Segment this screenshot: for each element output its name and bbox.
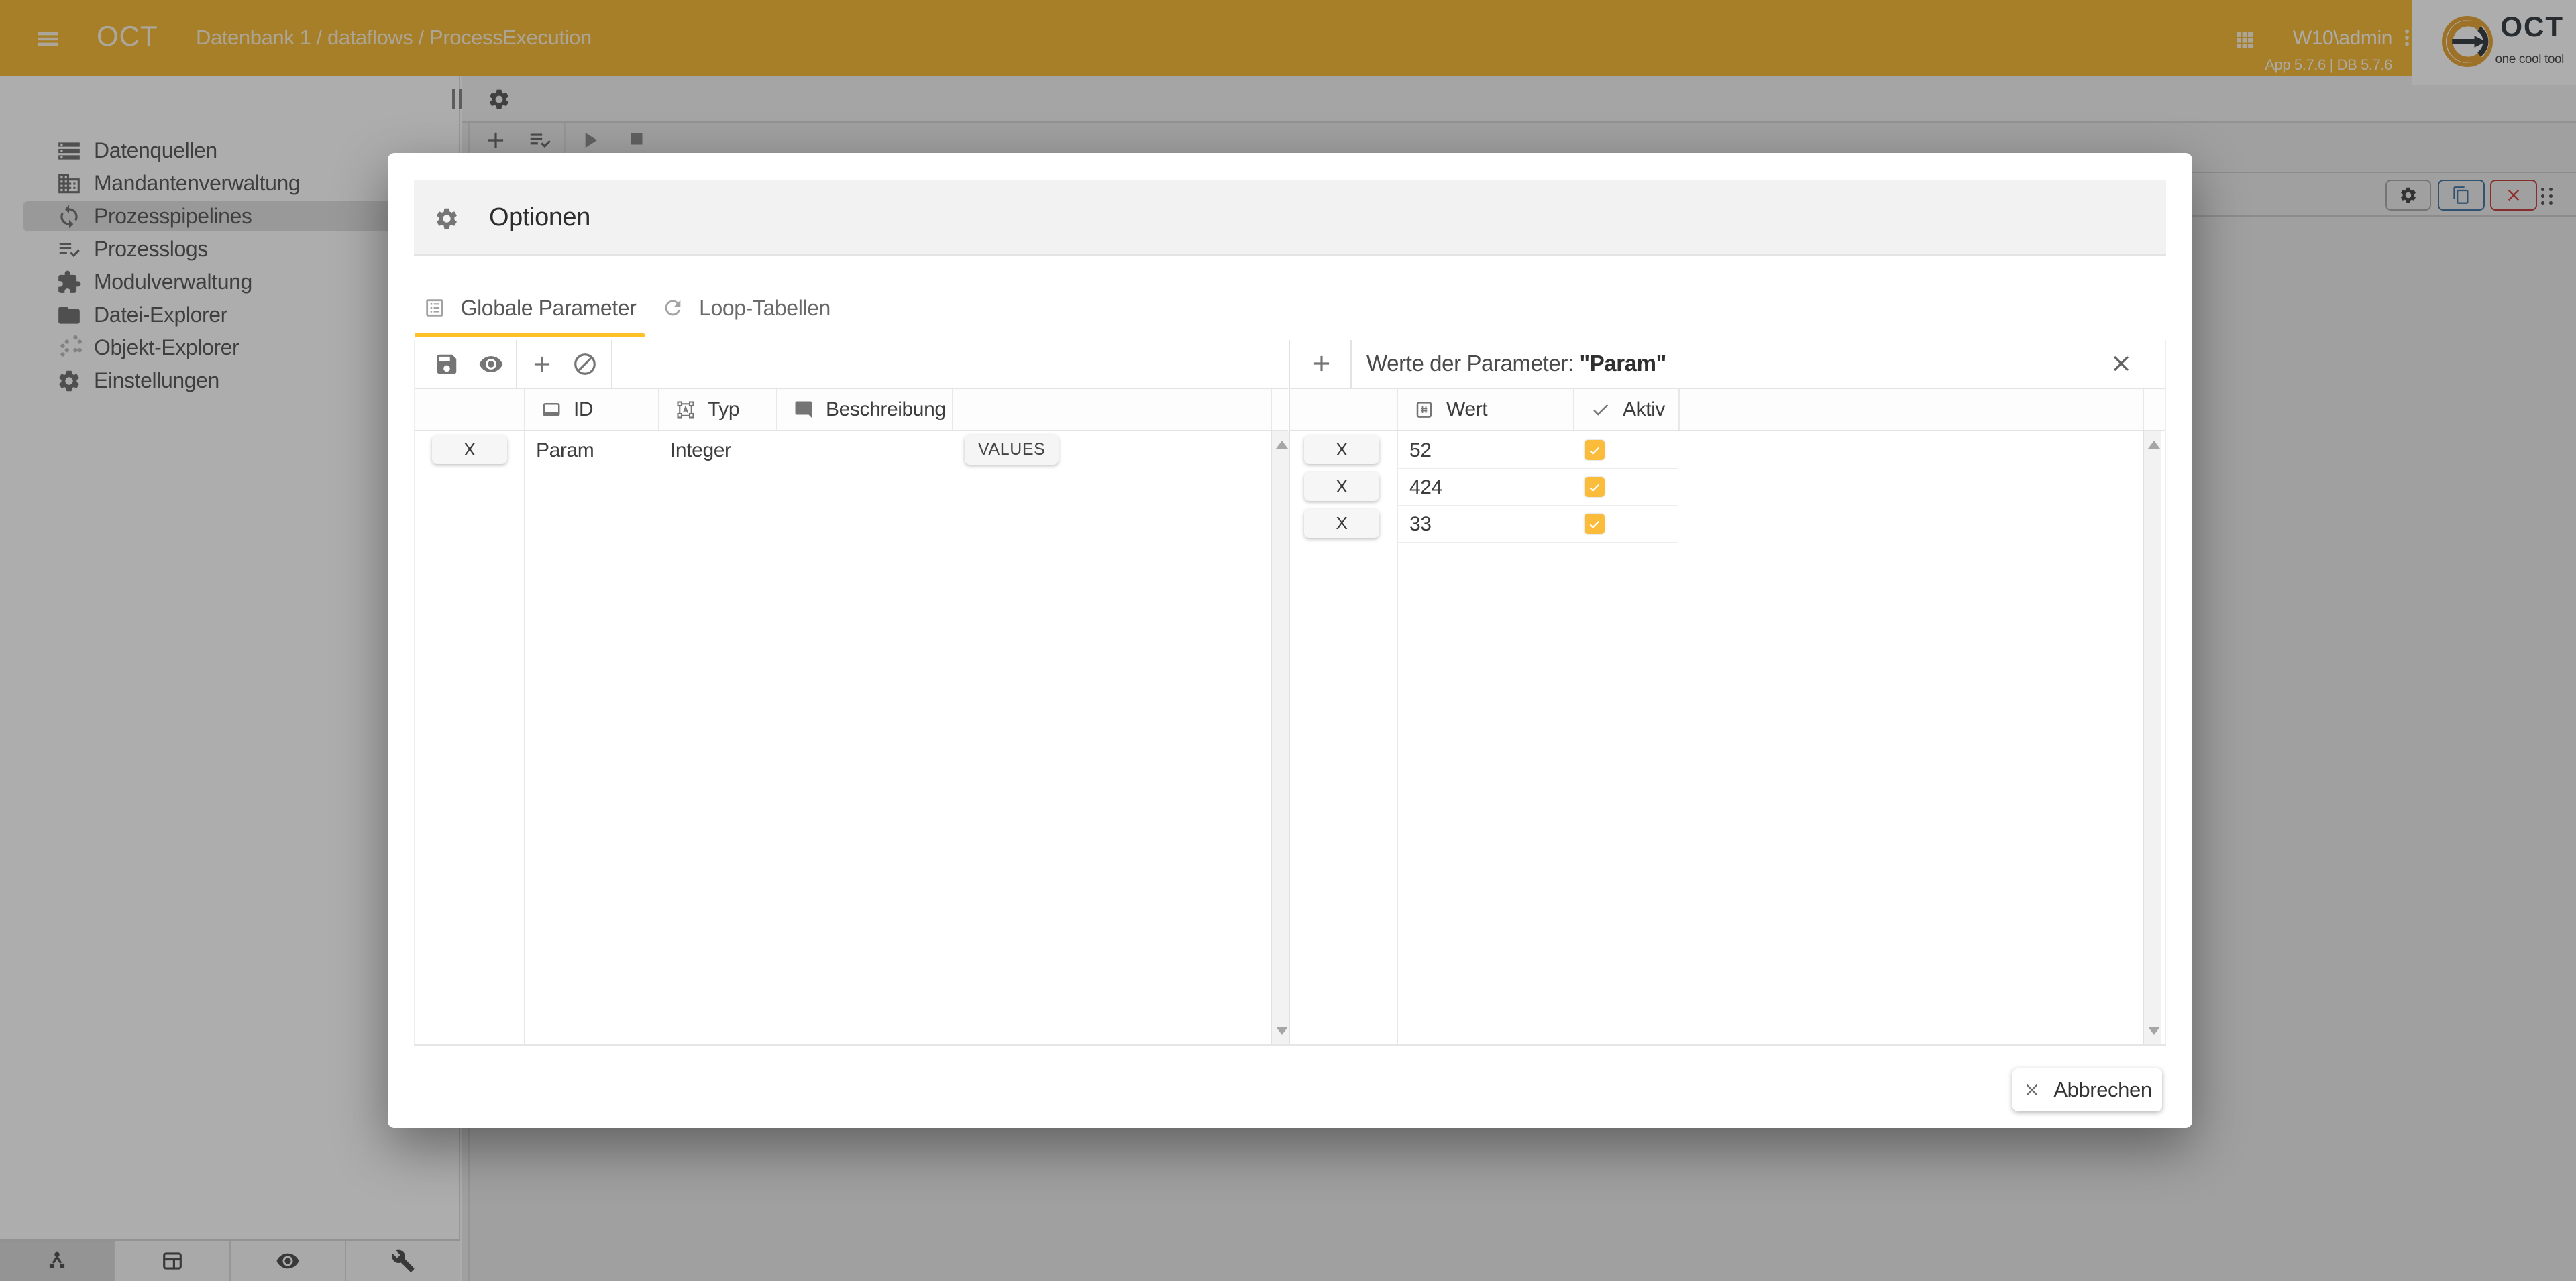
aktiv-checkbox[interactable] [1585, 477, 1605, 497]
toolbar-divider [516, 340, 517, 388]
scroll-up-icon[interactable] [1276, 441, 1288, 449]
scrollbar[interactable] [1271, 431, 1289, 1044]
values-panel-title: Werte der Parameter: "Param" [1366, 351, 1666, 376]
active-tab-indicator [415, 333, 645, 337]
block-icon[interactable] [572, 351, 598, 377]
scroll-down-icon[interactable] [1276, 1027, 1288, 1035]
close-icon[interactable] [2108, 351, 2134, 376]
column-header-id[interactable]: ID [524, 389, 658, 430]
card-icon [541, 400, 561, 420]
scroll-up-icon[interactable] [2148, 441, 2160, 449]
parameter-name: "Param" [1579, 351, 1666, 376]
aktiv-checkbox[interactable] [1585, 514, 1605, 534]
dialog-panes: ID Typ Beschreibung [414, 340, 2166, 1046]
delete-row-button[interactable]: X [1304, 435, 1379, 464]
number-icon [1414, 400, 1434, 420]
cell-wert[interactable]: 424 [1409, 476, 1442, 499]
parameters-grid: ID Typ Beschreibung [414, 340, 1288, 1044]
column-header-beschreibung[interactable]: Beschreibung [776, 389, 952, 430]
delete-row-button[interactable]: X [1304, 472, 1379, 501]
column-label: ID [574, 398, 593, 421]
parameters-toolbar [415, 340, 1288, 388]
grid-line [524, 431, 525, 1044]
gear-icon [434, 206, 460, 231]
toolbar-divider [611, 340, 612, 388]
close-icon [2023, 1080, 2041, 1099]
dialog-title: Optionen [489, 203, 590, 232]
check-icon [1591, 400, 1611, 420]
list-box-icon [423, 296, 446, 319]
cell-wert[interactable]: 52 [1409, 439, 1432, 462]
column-label: Aktiv [1623, 398, 1665, 421]
delete-row-button[interactable]: X [432, 435, 507, 464]
grid-line [1397, 431, 1398, 1044]
cell-id[interactable]: Param [536, 439, 594, 462]
cancel-button[interactable]: Abbrechen [2012, 1068, 2162, 1111]
tab-label: Globale Parameter [461, 296, 637, 321]
add-icon[interactable] [1309, 351, 1334, 376]
values-panel: Werte der Parameter: "Param" Wert Aktiv [1290, 340, 2166, 1044]
parameters-body: X Param Integer VALUES [415, 431, 1288, 1044]
column-header-empty [952, 389, 1271, 430]
column-header-typ[interactable]: Typ [658, 389, 776, 430]
scroll-down-icon[interactable] [2148, 1027, 2160, 1035]
values-button[interactable]: VALUES [965, 435, 1059, 465]
row-separator [1397, 468, 1678, 469]
tab-label: Loop-Tabellen [699, 296, 830, 321]
column-header-scroll [1271, 389, 1289, 430]
values-header-row: Wert Aktiv [1290, 388, 2165, 431]
column-header-aktiv[interactable]: Aktiv [1573, 389, 1678, 430]
column-header-scroll [2143, 389, 2161, 430]
aktiv-checkbox[interactable] [1585, 440, 1605, 460]
cell-wert[interactable]: 33 [1409, 513, 1432, 536]
tab-globale-parameter[interactable]: Globale Parameter [415, 282, 645, 333]
column-header-empty [1678, 389, 2143, 430]
row-separator [1397, 505, 1678, 506]
column-label: Beschreibung [826, 398, 946, 421]
add-icon[interactable] [529, 351, 555, 377]
parameters-header-row: ID Typ Beschreibung [415, 388, 1288, 431]
values-body: X 52 X 424 X 33 [1290, 431, 2165, 1044]
refresh-icon [661, 296, 684, 319]
row-separator [1397, 542, 1678, 543]
options-dialog: Optionen Globale Parameter Loop-Tabellen [388, 153, 2192, 1128]
column-header-wert[interactable]: Wert [1397, 389, 1573, 430]
format-shapes-icon [676, 400, 696, 420]
cell-typ[interactable]: Integer [670, 439, 731, 462]
cancel-label: Abbrechen [2053, 1078, 2151, 1102]
dialog-title-bar: Optionen [414, 180, 2166, 256]
delete-row-button[interactable]: X [1304, 509, 1379, 538]
column-label: Typ [708, 398, 739, 421]
tab-loop-tabellen[interactable]: Loop-Tabellen [661, 282, 831, 333]
eye-icon[interactable] [478, 351, 504, 377]
values-panel-header: Werte der Parameter: "Param" [1290, 340, 2165, 388]
column-label: Wert [1446, 398, 1487, 421]
save-icon[interactable] [434, 351, 460, 377]
scrollbar[interactable] [2143, 431, 2161, 1044]
header-divider [1350, 340, 1352, 388]
app-root: OCT Datenbank 1 / dataflows / ProcessExe… [0, 0, 2576, 1281]
comment-icon [794, 400, 814, 420]
